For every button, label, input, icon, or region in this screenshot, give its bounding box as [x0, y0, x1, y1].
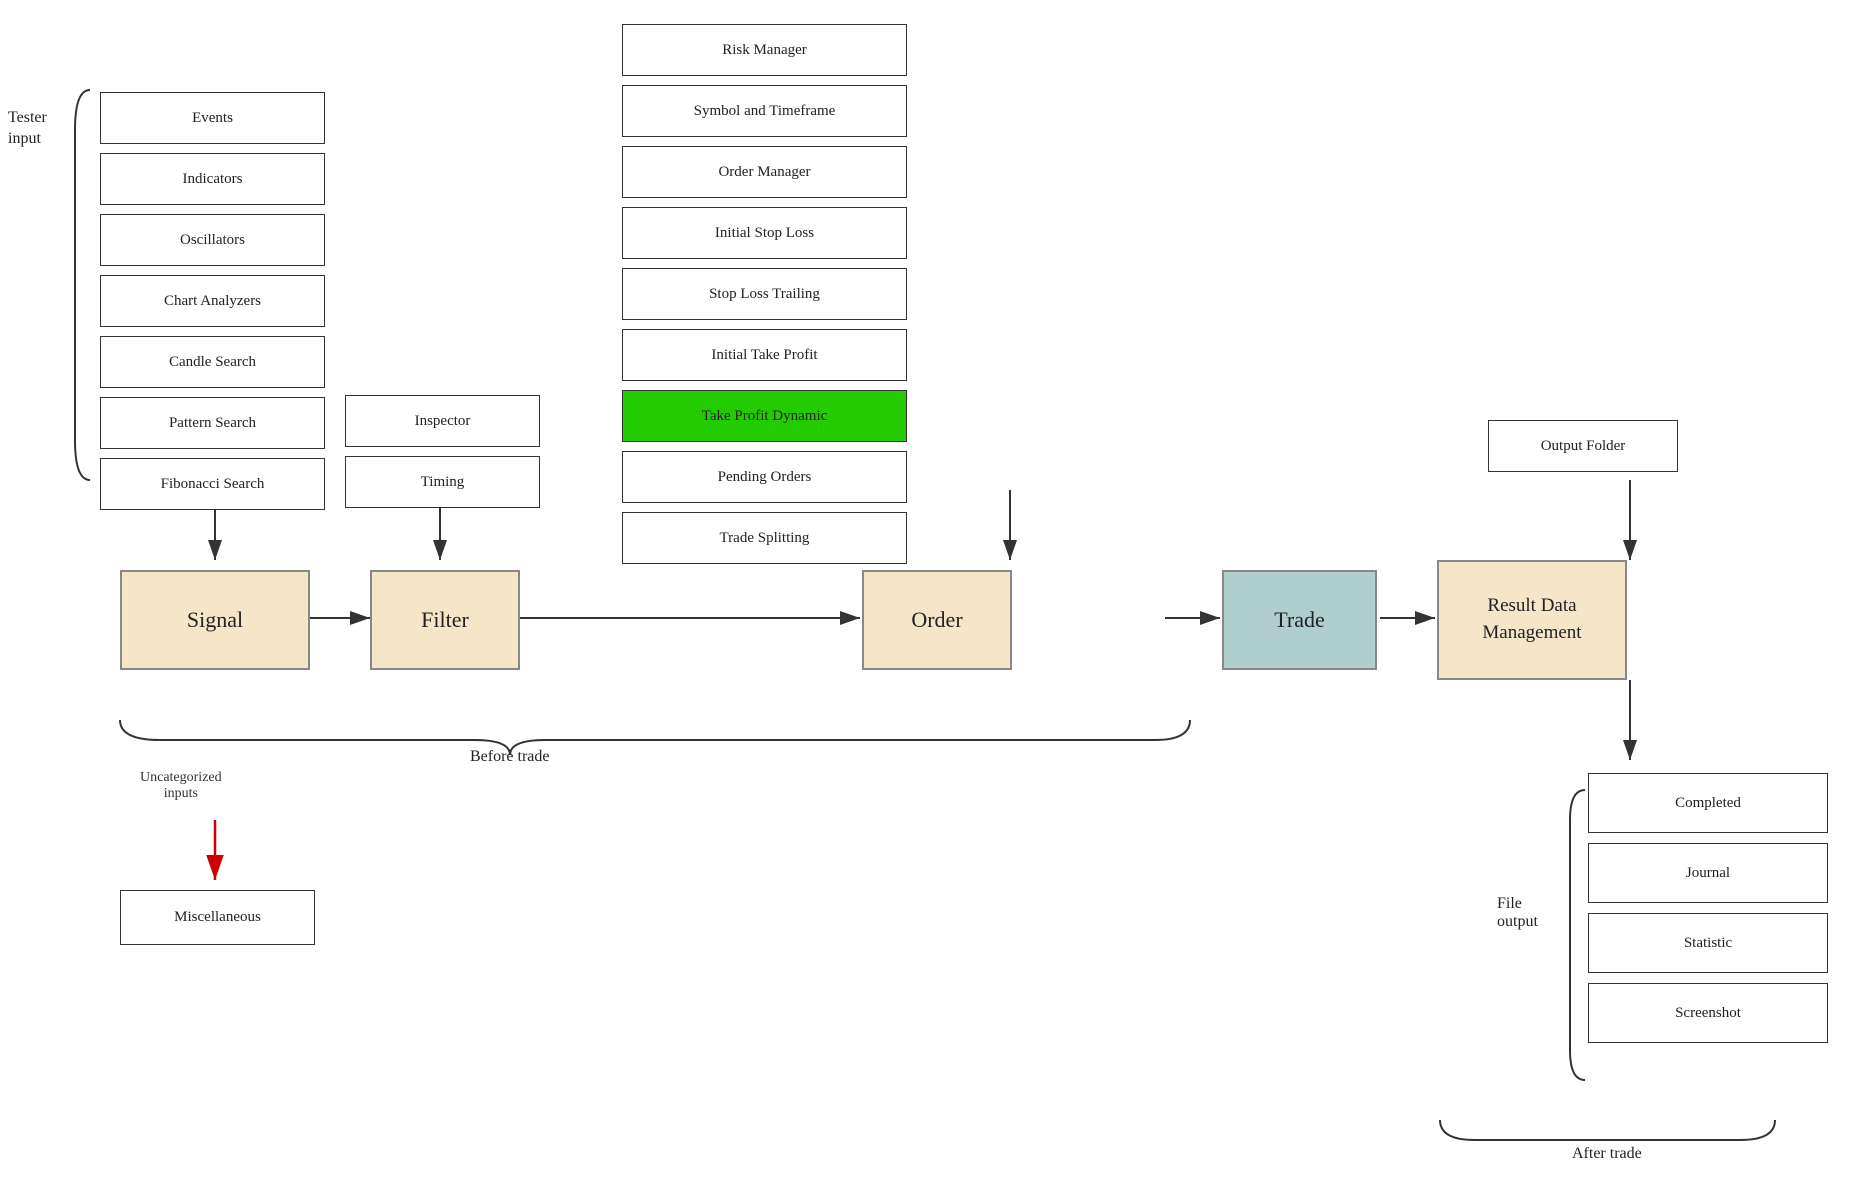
signal-input-chart-analyzers: Chart Analyzers: [100, 275, 325, 327]
signal-input-pattern-search: Pattern Search: [100, 397, 325, 449]
order-input-take-profit-dynamic: Take Profit Dynamic: [622, 390, 907, 442]
uncategorized-inputs-label: Uncategorized inputs: [140, 770, 222, 802]
file-output-completed: Completed: [1588, 773, 1828, 833]
order-input-trade-splitting: Trade Splitting: [622, 512, 907, 564]
signal-input-oscillators: Oscillators: [100, 214, 325, 266]
miscellaneous-box: Miscellaneous: [120, 890, 315, 945]
order-input-initial-take-profit: Initial Take Profit: [622, 329, 907, 381]
diagram-container: Tester input Events Indicators Oscillato…: [0, 0, 1872, 1185]
process-order: Order: [862, 570, 1012, 670]
file-output-screenshot: Screenshot: [1588, 983, 1828, 1043]
signal-input-events: Events: [100, 92, 325, 144]
order-input-risk-manager: Risk Manager: [622, 24, 907, 76]
order-input-stop-loss-trailing: Stop Loss Trailing: [622, 268, 907, 320]
file-output-label: File output: [1497, 895, 1538, 931]
signal-input-indicators: Indicators: [100, 153, 325, 205]
filter-input-inspector: Inspector: [345, 395, 540, 447]
signal-input-fibonacci-search: Fibonacci Search: [100, 458, 325, 510]
file-output-statistic: Statistic: [1588, 913, 1828, 973]
before-trade-label: Before trade: [470, 748, 550, 766]
file-output-journal: Journal: [1588, 843, 1828, 903]
process-result-data-management: Result Data Management: [1437, 560, 1627, 680]
process-filter: Filter: [370, 570, 520, 670]
process-trade: Trade: [1222, 570, 1377, 670]
order-input-pending-orders: Pending Orders: [622, 451, 907, 503]
signal-input-candle-search: Candle Search: [100, 336, 325, 388]
tester-input-label: Tester input: [8, 108, 47, 150]
output-folder-box: Output Folder: [1488, 420, 1678, 472]
filter-input-timing: Timing: [345, 456, 540, 508]
order-input-initial-stop-loss: Initial Stop Loss: [622, 207, 907, 259]
process-signal: Signal: [120, 570, 310, 670]
order-input-symbol-timeframe: Symbol and Timeframe: [622, 85, 907, 137]
after-trade-label: After trade: [1572, 1145, 1642, 1163]
order-input-order-manager: Order Manager: [622, 146, 907, 198]
